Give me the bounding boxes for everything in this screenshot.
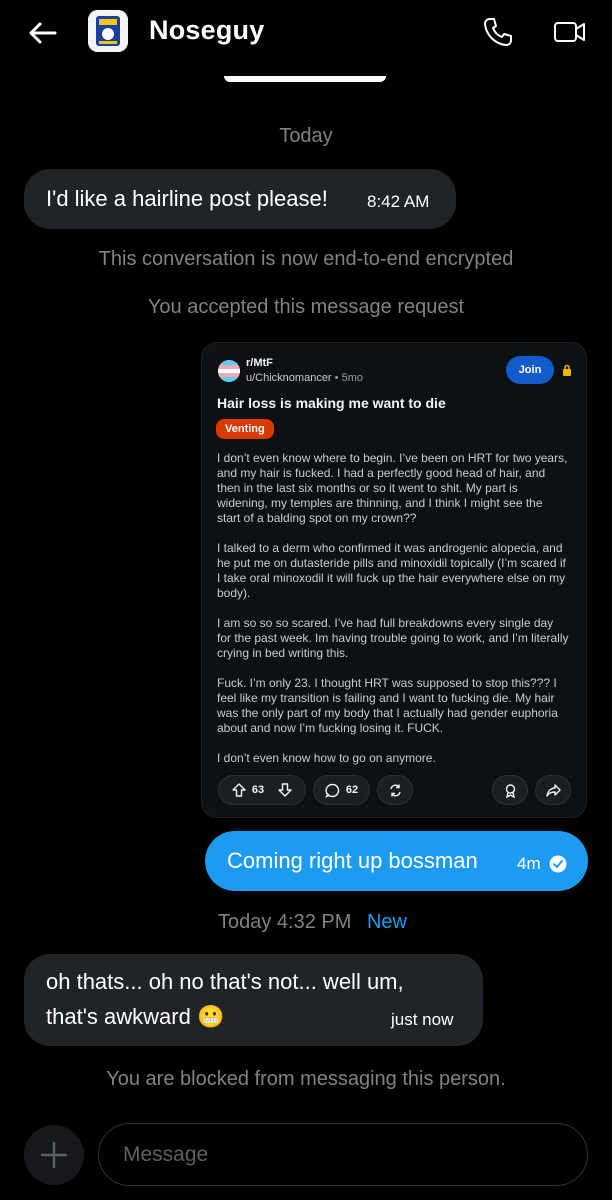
subreddit-name: r/MtF [246,357,273,369]
comment-count: 62 [345,784,359,796]
timestamp-divider: Today 4:32 PM New [218,911,407,934]
grimace-emoji: 😬 [196,1004,225,1029]
message-text: Coming right up bossman [227,848,478,873]
back-button[interactable] [24,16,60,50]
message-text: I'd like a hairline post please! [46,186,328,211]
incoming-message[interactable]: oh thats... oh no that's not... well um,… [24,954,483,1046]
outgoing-message[interactable]: Coming right up bossman 4m [205,831,588,891]
video-icon [554,22,585,42]
blocked-notice: You are blocked from messaging this pers… [106,1068,506,1090]
comments-button[interactable]: 62 [313,775,370,805]
post-author: u/Chicknomancer • 5mo [246,372,363,384]
post-title: Hair loss is making me want to die [217,395,446,411]
phone-icon [484,18,512,46]
subreddit-avatar [218,360,240,382]
award-icon [505,783,515,798]
avatar[interactable] [88,10,128,52]
post-paragraph: I don’t even know how to go on anymore. [217,751,436,765]
date-divider: Today [279,125,333,147]
plus-icon [40,1141,68,1169]
back-arrow-icon [29,22,57,44]
new-messages-label: New [366,911,407,933]
scroll-indicator [224,76,386,82]
award-button[interactable] [492,775,528,805]
trans-flag-icon [218,360,240,382]
call-button[interactable] [480,14,516,50]
downvote-icon[interactable] [278,783,292,797]
post-flair: Venting [216,419,274,439]
message-text: that's awkward 😬 [46,1004,224,1030]
attach-button[interactable] [24,1125,84,1185]
message-text: oh thats... oh no that's not... well um, [46,969,404,994]
upvote-count: 63 [251,784,265,796]
join-button[interactable]: Join [506,356,554,384]
author-name: u/Chicknomancer [246,372,332,384]
request-accepted-notice: You accepted this message request [147,296,465,318]
post-age: 5mo [341,372,363,384]
share-icon [545,783,561,797]
comment-icon [324,783,340,798]
lock-icon [562,364,572,379]
crosspost-button[interactable] [377,775,413,805]
upvote-icon[interactable] [232,783,246,797]
vote-control[interactable]: 63 [218,775,306,805]
post-paragraph: I am so so so scared. I’ve had full brea… [217,616,569,660]
post-body: I don’t even know where to begin. I’ve b… [217,451,569,781]
timestamp: Today 4:32 PM [218,911,352,933]
message-text-line2: that's awkward [46,1004,191,1029]
message-time: 8:42 AM [367,192,430,211]
message-input[interactable] [98,1123,588,1186]
incoming-message[interactable]: I'd like a hairline post please! 8:42 AM [24,169,456,229]
conversation-header: Noseguy [0,0,612,66]
crosspost-icon [389,784,401,796]
avatar-image [88,10,128,52]
conversation-title[interactable]: Noseguy [149,15,264,46]
message-time: just now [391,1010,454,1029]
post-paragraph: I talked to a derm who confirmed it was … [217,541,566,600]
dot-separator: • [334,372,342,384]
sent-check-icon [549,855,567,873]
share-button[interactable] [535,775,571,805]
video-call-button[interactable] [552,14,588,50]
encryption-notice: This conversation is now end-to-end encr… [98,248,514,270]
post-paragraph: I don’t even know where to begin. I’ve b… [217,451,568,525]
post-paragraph: Fuck. I’m only 23. I thought HRT was sup… [217,676,558,735]
message-time: 4m [517,854,541,873]
